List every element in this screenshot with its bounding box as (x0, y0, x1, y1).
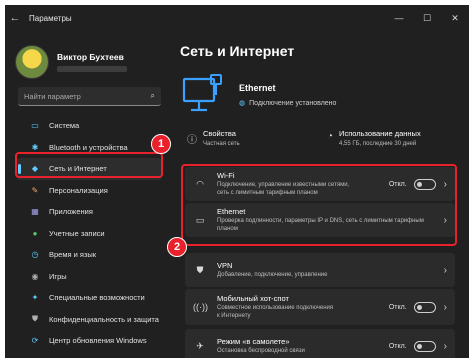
data-usage-link[interactable]: ◔ Использование данных 4,55 ГБ, последни… (327, 129, 421, 147)
user-profile[interactable]: Виктор Бухтеев (15, 45, 127, 79)
sidebar-item-label: Центр обновления Windows (49, 336, 147, 346)
airplane-icon: ✈ (196, 340, 204, 351)
airplane-toggle-label: Откл. (388, 342, 407, 350)
brush-icon: ✎ (31, 185, 39, 195)
title-bar: ← Параметры — ☐ ✕ (5, 5, 469, 31)
connection-status: ◍ Подключение установлено (239, 99, 337, 108)
sidebar-item-label: Bluetooth и устройства (49, 142, 128, 152)
sidebar-item-apps[interactable]: ▦ Приложения (17, 201, 162, 223)
sidebar-item-label: Учетные записи (49, 228, 105, 238)
page-title: Сеть и Интернет (180, 43, 295, 59)
profile-email-redacted (57, 66, 127, 72)
data-usage-title: Использование данных (339, 129, 421, 138)
person-icon: ● (32, 228, 38, 238)
ethernet-hero-icon (182, 74, 222, 112)
sidebar-item-accessibility[interactable]: ✦ Специальные возможности (17, 287, 162, 309)
chevron-right-icon: › (443, 340, 447, 352)
callout-badge-1: 1 (151, 134, 171, 154)
window-title: Параметры (29, 13, 72, 23)
sidebar-item-label: Приложения (49, 207, 93, 217)
search-placeholder: Найти параметр (24, 91, 81, 101)
sidebar-item-label: Специальные возможности (49, 293, 145, 303)
sidebar-item-label: Конфиденциальность и защита (49, 314, 159, 324)
properties-link[interactable]: ⓘ Свойства Частная сеть (187, 129, 240, 147)
chevron-right-icon: › (443, 301, 447, 313)
avatar (15, 45, 49, 79)
info-icon: ⓘ (187, 135, 197, 146)
connection-status-text: Подключение установлено (249, 99, 337, 107)
sidebar-item-accounts[interactable]: ● Учетные записи (17, 223, 162, 245)
hotspot-card[interactable]: ((·)) Мобильный хот-спот Совместное испо… (185, 289, 455, 325)
search-input[interactable]: Найти параметр ⌕ (18, 87, 161, 106)
window-controls: — ☐ ✕ (385, 5, 469, 31)
hotspot-subtitle: Совместное использование подключения к И… (217, 305, 334, 319)
connection-name: Ethernet (239, 83, 276, 93)
airplane-card[interactable]: ✈ Режим «в самолете» Остановка беспровод… (185, 329, 455, 358)
vpn-shield-icon: ⛊ (196, 264, 204, 275)
update-icon: ⟳ (31, 336, 39, 346)
minimize-button[interactable]: — (385, 5, 413, 31)
hotspot-toggle[interactable] (413, 301, 436, 313)
callout-badge-2: 2 (167, 237, 187, 257)
sidebar-item-time-language[interactable]: ◷ Время и язык (17, 244, 162, 266)
hotspot-toggle-label: Откл. (388, 303, 407, 311)
chevron-right-icon: › (443, 264, 447, 276)
highlight-network-item (15, 152, 163, 178)
sidebar-item-personalization[interactable]: ✎ Персонализация (17, 180, 162, 202)
maximize-button[interactable]: ☐ (413, 5, 441, 31)
airplane-subtitle: Остановка беспроводной связи (217, 347, 305, 354)
gamepad-icon: ◉ (31, 271, 39, 281)
sidebar-item-label: Время и язык (49, 250, 97, 260)
sidebar-item-label: Игры (49, 271, 67, 281)
sidebar: Виктор Бухтеев Найти параметр ⌕ ▭ Систем… (5, 31, 167, 358)
profile-name: Виктор Бухтеев (57, 52, 124, 62)
accessibility-icon: ✦ (31, 293, 39, 303)
data-usage-subtitle: 4,55 ГБ, последние 30 дней (339, 141, 417, 147)
hotspot-title: Мобильный хот-спот (217, 294, 289, 303)
vpn-title: VPN (217, 260, 233, 270)
sidebar-item-gaming[interactable]: ◉ Игры (17, 266, 162, 288)
airplane-toggle[interactable] (413, 340, 436, 352)
monitor-icon: ▭ (31, 121, 39, 131)
globe-clock-icon: ◷ (31, 250, 39, 260)
apps-icon: ▦ (31, 207, 39, 217)
globe-icon: ◍ (239, 100, 246, 107)
vpn-card[interactable]: ⛊ VPN Добавление, подключение, управлени… (185, 253, 455, 287)
shield-icon: ⛊ (32, 314, 38, 324)
properties-subtitle: Частная сеть (203, 141, 240, 147)
airplane-title: Режим «в самолете» (217, 336, 290, 346)
sidebar-nav: ▭ Система ✱ Bluetooth и устройства ◆ Сет… (17, 115, 162, 352)
properties-title: Свойства (203, 129, 236, 138)
sidebar-item-label: Персонализация (49, 185, 108, 195)
sidebar-item-system[interactable]: ▭ Система (17, 115, 162, 137)
sidebar-item-windows-update[interactable]: ⟳ Центр обновления Windows (17, 330, 162, 352)
data-usage-icon: ◔ (327, 131, 334, 142)
highlight-wifi-ethernet-cards (181, 164, 457, 246)
search-icon: ⌕ (150, 91, 155, 100)
sidebar-item-privacy[interactable]: ⛊ Конфиденциальность и защита (17, 309, 162, 331)
settings-window: ← Параметры — ☐ ✕ Виктор Бухтеев Найти п… (5, 5, 469, 358)
hotspot-icon: ((·)) (193, 302, 208, 312)
sidebar-item-label: Система (49, 121, 80, 131)
close-button[interactable]: ✕ (441, 5, 469, 31)
vpn-subtitle: Добавление, подключение, управление (217, 271, 328, 278)
back-arrow-icon[interactable]: ← (5, 12, 25, 24)
